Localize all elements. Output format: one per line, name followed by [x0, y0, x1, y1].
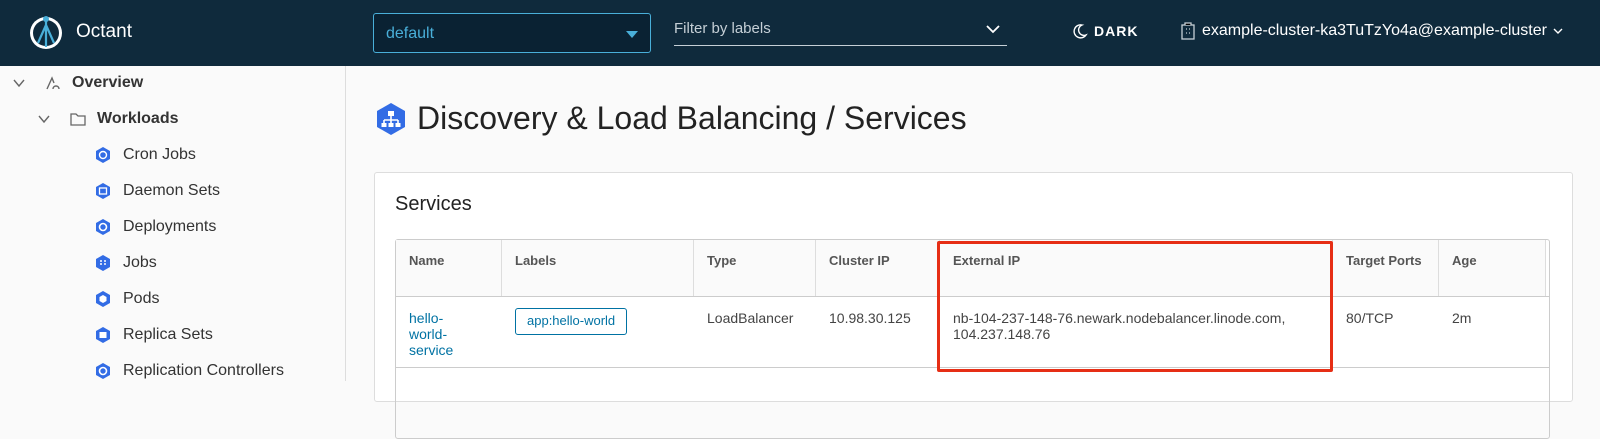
column-header-name[interactable]: Name — [396, 240, 502, 296]
sidebar-item-replication-controllers[interactable]: Replication Controllers — [94, 362, 284, 380]
sidebar-item-label: Deployments — [123, 218, 217, 235]
column-header-cluster-ip[interactable]: Cluster IP — [816, 240, 940, 296]
sidebar-item-label: Replica Sets — [123, 326, 213, 343]
type-cell: LoadBalancer — [707, 310, 794, 326]
building-icon — [1181, 22, 1195, 40]
sidebar-item-jobs[interactable]: Jobs — [94, 254, 157, 272]
sidebar-item-cron-jobs[interactable]: Cron Jobs — [94, 146, 196, 164]
column-header-labels[interactable]: Labels — [502, 240, 694, 296]
page-title: Discovery & Load Balancing / Services — [417, 100, 967, 136]
folder-icon — [70, 113, 86, 126]
sidebar-item-label: Cron Jobs — [123, 146, 196, 163]
job-icon — [96, 255, 110, 271]
sidebar-item-label: Overview — [72, 74, 144, 91]
sidebar-item-replica-sets[interactable]: Replica Sets — [94, 326, 213, 344]
sidebar-item-overview[interactable]: Overview — [12, 74, 143, 92]
sidebar-item-label: Daemon Sets — [123, 182, 220, 199]
column-header-target-ports[interactable]: Target Ports — [1333, 240, 1439, 296]
service-name-link[interactable]: hello-world-service — [396, 296, 468, 372]
labels-cell: app:hello-world — [502, 296, 694, 349]
theme-toggle-label: DARK — [1094, 23, 1139, 39]
card-title: Services — [395, 193, 472, 215]
deployment-icon — [96, 219, 110, 235]
replication-controller-icon — [96, 363, 110, 379]
namespace-value: default — [386, 25, 435, 42]
column-header-age[interactable]: Age — [1439, 240, 1546, 296]
chevron-down-icon[interactable] — [12, 76, 26, 90]
sidebar-item-workloads[interactable]: Workloads — [37, 110, 179, 128]
page-header: Discovery & Load Balancing / Services — [375, 100, 967, 137]
namespace-select[interactable]: default — [373, 13, 651, 53]
overview-icon — [46, 76, 60, 90]
app-title[interactable]: Octant — [76, 21, 132, 43]
chevron-down-icon — [1553, 28, 1563, 34]
sidebar-item-deployments[interactable]: Deployments — [94, 218, 216, 236]
service-icon — [377, 102, 405, 135]
cluster-context-select[interactable]: example-cluster-ka3TuTzYo4a@example-clus… — [1180, 22, 1563, 40]
sidebar-item-label: Pods — [123, 290, 160, 307]
cluster-ip-cell: 10.98.30.125 — [829, 310, 911, 326]
sidebar-item-label: Workloads — [97, 110, 179, 127]
replicaset-icon — [96, 327, 110, 343]
chevron-down-icon[interactable] — [985, 23, 1001, 35]
moon-icon — [1073, 24, 1088, 39]
sidebar-item-label: Replication Controllers — [123, 362, 284, 379]
sidebar-item-daemon-sets[interactable]: Daemon Sets — [94, 182, 220, 200]
octant-logo-icon[interactable] — [28, 13, 64, 53]
sidebar: Overview Workloads Cron Jobs Daemon Sets… — [0, 66, 346, 381]
cronjob-icon — [96, 147, 110, 163]
age-cell: 2m — [1452, 310, 1472, 326]
label-pill[interactable]: app:hello-world — [515, 308, 628, 335]
label-filter[interactable] — [674, 20, 1007, 46]
caret-down-icon — [626, 31, 638, 38]
target-ports-cell: 80/TCP — [1346, 310, 1394, 326]
daemonset-icon — [96, 183, 110, 199]
theme-toggle-button[interactable]: DARK — [1072, 23, 1138, 39]
pod-icon — [96, 291, 110, 307]
cluster-context-label: example-cluster-ka3TuTzYo4a@example-clus… — [1202, 22, 1547, 39]
sidebar-item-label: Jobs — [123, 254, 157, 271]
label-filter-input[interactable] — [674, 20, 964, 37]
column-header-type[interactable]: Type — [694, 240, 816, 296]
top-header: Octant default DARK example-cluster-ka3T… — [0, 0, 1600, 66]
external-ip-highlight-box — [937, 241, 1333, 372]
sidebar-item-pods[interactable]: Pods — [94, 290, 159, 308]
chevron-down-icon[interactable] — [37, 112, 51, 126]
